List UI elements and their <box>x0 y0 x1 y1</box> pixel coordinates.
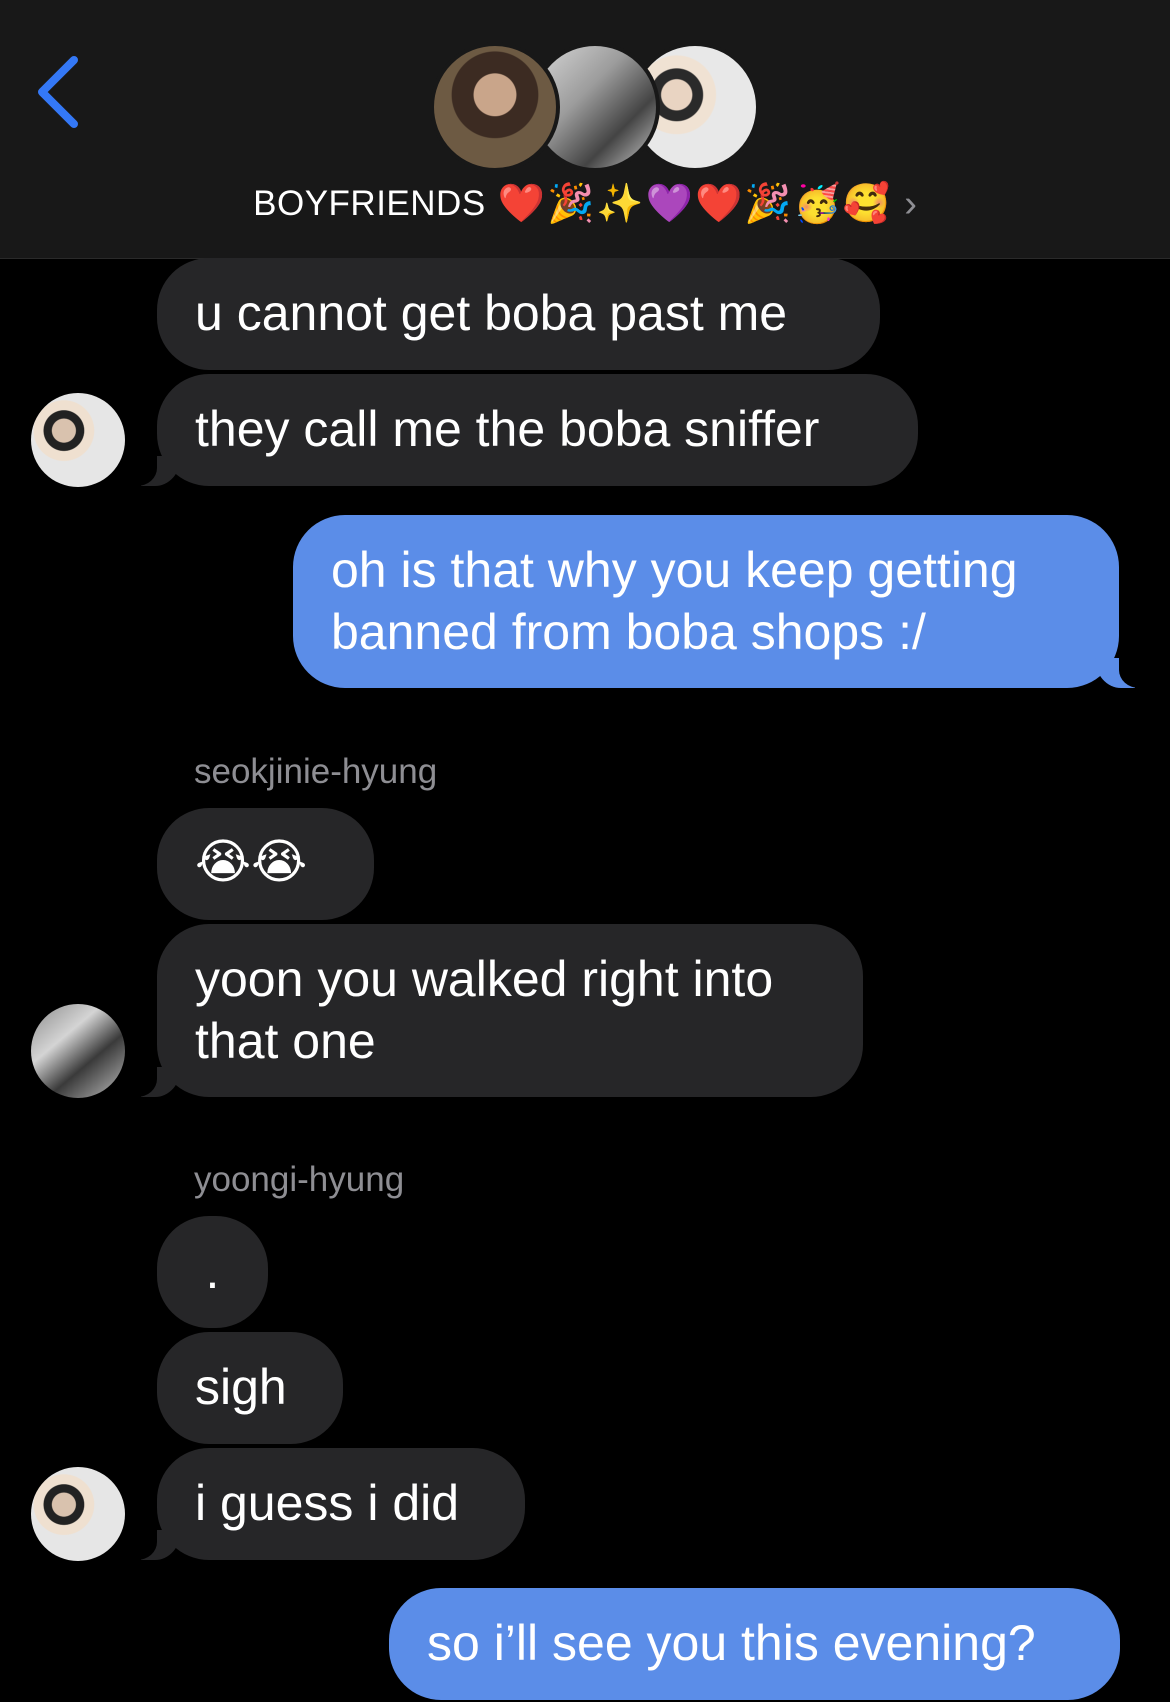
conversation-header: BOYFRIENDS ❤️🎉✨💜❤️🎉🥳🥰 › <box>0 0 1170 259</box>
group-name-emoji: ❤️🎉✨💜❤️🎉🥳🥰 <box>497 183 893 225</box>
sender-avatar[interactable] <box>31 1467 125 1561</box>
message-bubble-outgoing[interactable]: so i’ll see you this evening? <box>389 1588 1120 1700</box>
sender-avatar[interactable] <box>31 1004 125 1098</box>
message-bubble-incoming[interactable]: they call me the boba sniffer <box>125 374 918 486</box>
message-text-line: that one <box>195 1013 376 1069</box>
sender-name-label: seokjinie-hyung <box>194 752 438 791</box>
sender-name-label: yoongi-hyung <box>194 1160 405 1199</box>
message-text: u cannot get boba past me <box>195 285 788 341</box>
message-text-line: yoon you walked right into <box>195 951 774 1007</box>
message-bubble-incoming[interactable]: . <box>157 1216 268 1328</box>
message-text: sigh <box>195 1359 287 1415</box>
message-bubble-incoming[interactable]: u cannot get boba past me <box>157 258 880 370</box>
message-text: . <box>205 1243 220 1299</box>
back-button[interactable] <box>30 52 90 132</box>
message-text: they call me the boba sniffer <box>195 401 820 457</box>
message-text: i guess i did <box>195 1475 460 1531</box>
group-title-row[interactable]: BOYFRIENDS ❤️🎉✨💜❤️🎉🥳🥰 › <box>0 178 1170 230</box>
group-member-avatar <box>430 42 560 172</box>
group-avatar-stack[interactable] <box>430 42 760 172</box>
message-text: so i’ll see you this evening? <box>427 1615 1036 1671</box>
message-bubble-incoming[interactable]: sigh <box>157 1332 343 1444</box>
chevron-left-icon <box>38 56 78 128</box>
group-name: BOYFRIENDS <box>253 184 486 223</box>
message-bubble-incoming[interactable]: yoon you walked right into that one <box>125 924 863 1097</box>
message-bubble-outgoing[interactable]: oh is that why you keep getting banned f… <box>293 515 1151 688</box>
sender-avatar[interactable] <box>31 393 125 487</box>
chevron-right-icon[interactable]: › <box>904 183 917 226</box>
message-bubble-incoming[interactable]: 😭😭 <box>157 808 374 920</box>
message-emoji: 😭😭 <box>195 836 308 889</box>
message-bubble-incoming[interactable]: i guess i did <box>125 1448 525 1560</box>
message-text-line: oh is that why you keep getting <box>331 542 1018 598</box>
message-text-line: banned from boba shops :/ <box>331 604 926 660</box>
